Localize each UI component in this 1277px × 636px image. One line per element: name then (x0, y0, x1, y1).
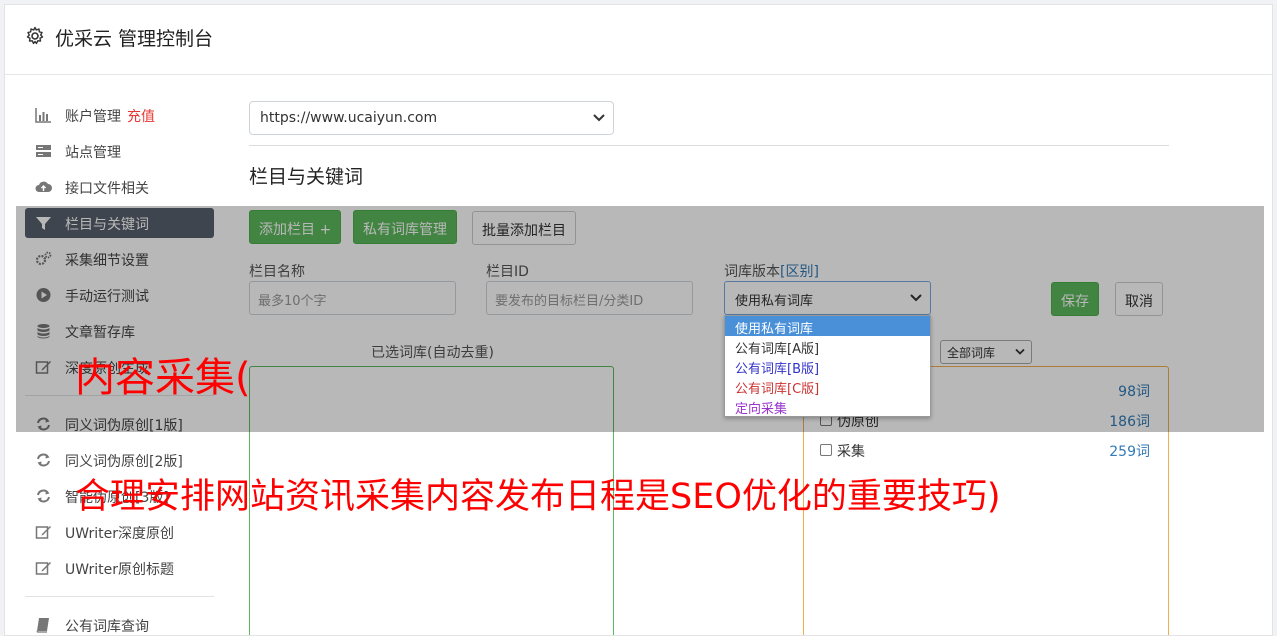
list-item[interactable]: 采集 259词 (820, 441, 1150, 463)
lib-option-private[interactable]: 使用私有词库 (725, 316, 930, 337)
sidebar-item-label: UWriter原创标题 (65, 562, 174, 578)
cloud-upload-icon (35, 181, 52, 192)
lib-version-dropdown: 使用私有词库 公有词库[A版] 公有词库[B版] 公有词库[C版] 定向采集 (724, 315, 931, 417)
sidebar-item-uwriter-deep[interactable]: UWriter深度原创 (25, 517, 214, 547)
divider (249, 145, 1169, 146)
refresh-icon (37, 489, 50, 503)
sidebar-item-account[interactable]: 账户管理 充值 (25, 100, 214, 130)
sidebar-item-uwriter-title[interactable]: UWriter原创标题 (25, 553, 214, 583)
gear-icon (26, 26, 44, 45)
refresh-icon (37, 453, 50, 467)
sidebar-item-sites[interactable]: 站点管理 (25, 136, 214, 166)
sidebar-divider (25, 596, 214, 597)
sidebar-item-api-files[interactable]: 接口文件相关 (25, 172, 214, 202)
sidebar-item-label: 公有词库查询 (65, 619, 149, 635)
top-header: 优采云 管理控制台 (5, 5, 1272, 75)
book-icon (36, 618, 49, 633)
recharge-link[interactable]: 充值 (127, 109, 155, 125)
app-frame: 优采云 管理控制台 账户管理 充值 站点管理 接口文件相关 栏目与关键词 采集细节… (4, 4, 1273, 636)
sidebar-item-label: 账户管理 (65, 109, 121, 125)
checkbox[interactable] (820, 444, 832, 456)
sidebar-item-label: 接口文件相关 (65, 181, 149, 197)
server-icon (36, 145, 51, 157)
lib-count: 259词 (1109, 444, 1150, 460)
lib-option-a[interactable]: 公有词库[A版] (725, 336, 930, 357)
lib-name: 采集 (837, 444, 865, 460)
sidebar-item-label: 站点管理 (65, 145, 121, 161)
lib-option-b[interactable]: 公有词库[B版] (725, 356, 930, 377)
overlay-caption-line2: 合理安排网站资讯采集内容发布日程是SEO优化的重要技巧) (75, 477, 1001, 517)
page-title: 栏目与关键词 (249, 166, 364, 188)
lib-option-c[interactable]: 公有词库[C版] (725, 376, 930, 397)
sidebar-item-label: UWriter深度原创 (65, 526, 174, 542)
app-title: 优采云 管理控制台 (55, 28, 214, 50)
site-select-value: https://www.ucaiyun.com (260, 110, 438, 126)
sidebar-item-public-lib[interactable]: 公有词库查询 (25, 610, 214, 635)
overlay-caption-line1: 内容采集( (75, 355, 251, 401)
chevron-down-icon (593, 114, 605, 122)
edit-icon (35, 526, 51, 539)
bar-chart-icon (35, 108, 51, 123)
lib-option-directed[interactable]: 定向采集 (725, 396, 930, 417)
site-select[interactable]: https://www.ucaiyun.com (249, 101, 614, 135)
edit-icon (35, 562, 51, 575)
